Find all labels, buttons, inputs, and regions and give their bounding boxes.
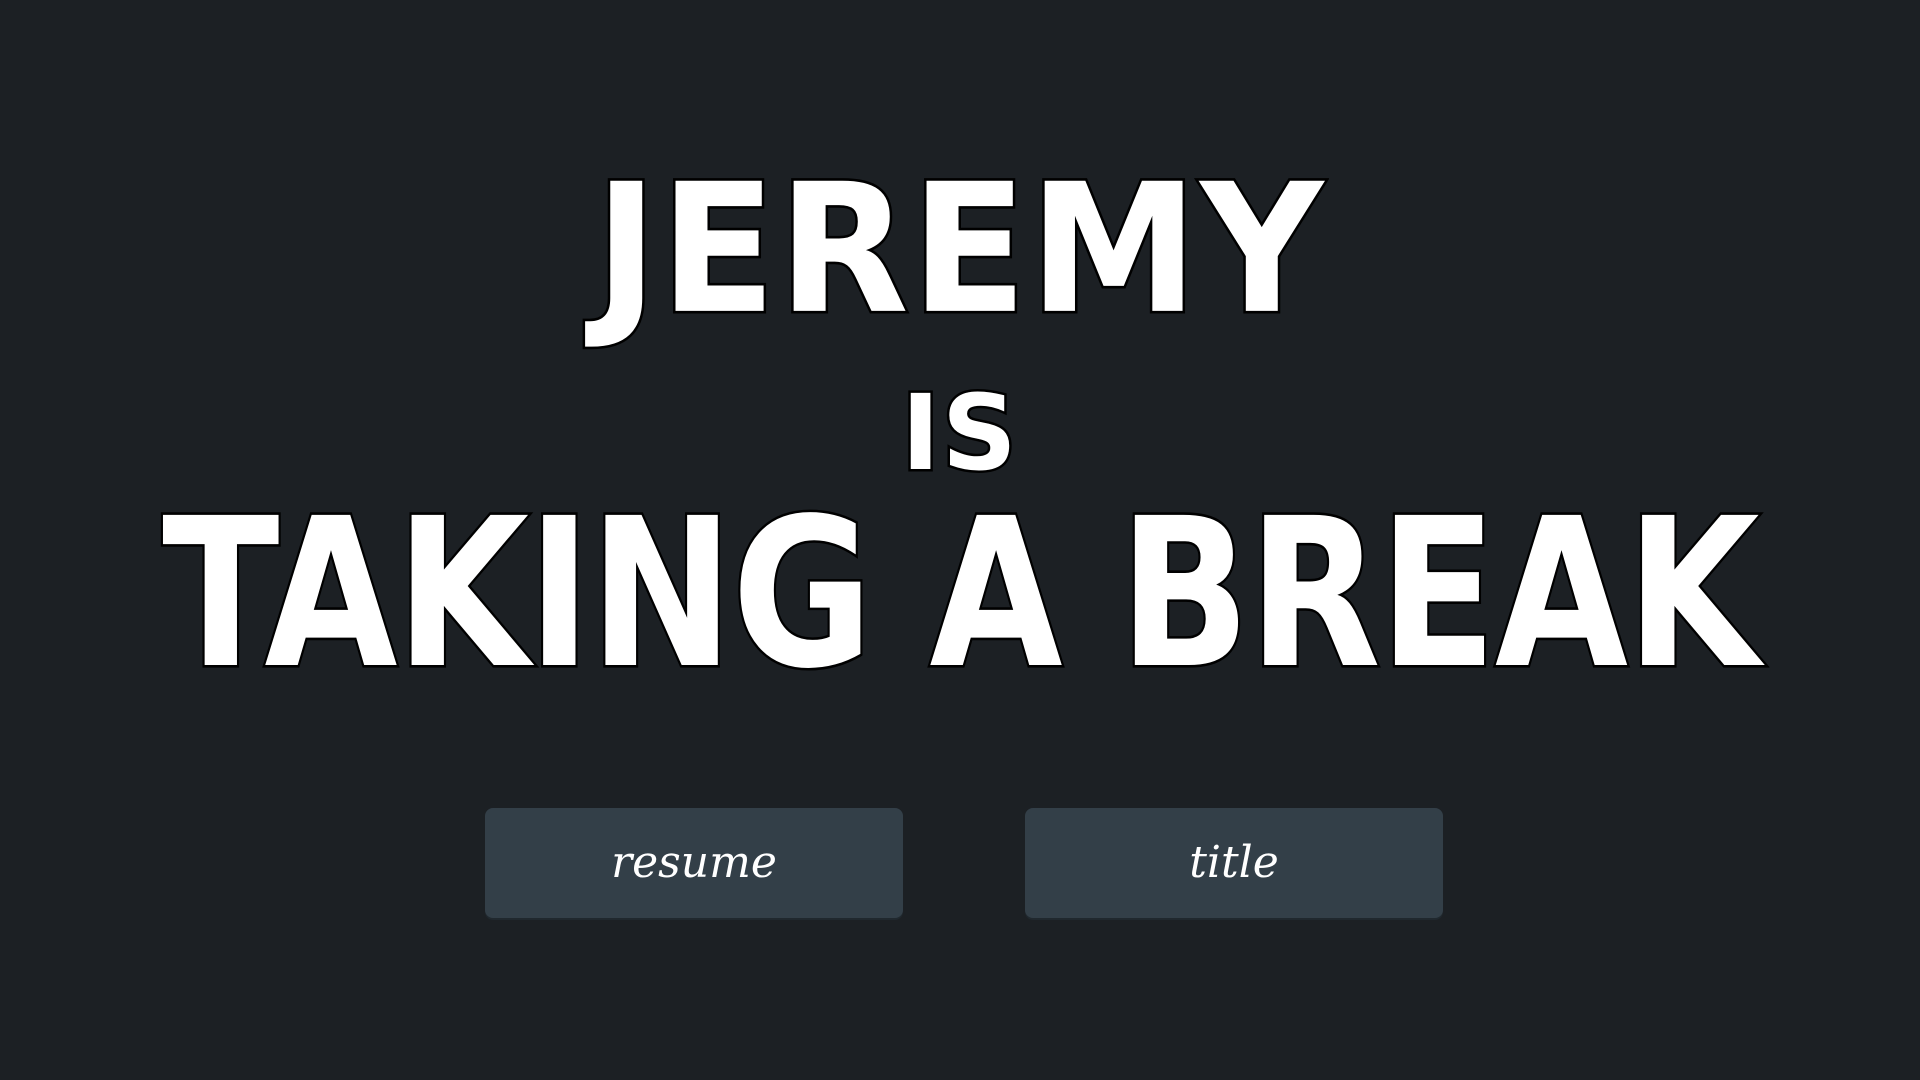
resume-button-label: resume xyxy=(611,837,777,888)
title-button[interactable]: title xyxy=(1025,808,1443,918)
pause-screen: JEREMY IS TAKING A BREAK resume title xyxy=(0,0,1920,1080)
pause-menu-buttons: resume title xyxy=(0,0,1920,1080)
resume-button[interactable]: resume xyxy=(485,808,903,918)
title-button-label: title xyxy=(1189,837,1279,888)
